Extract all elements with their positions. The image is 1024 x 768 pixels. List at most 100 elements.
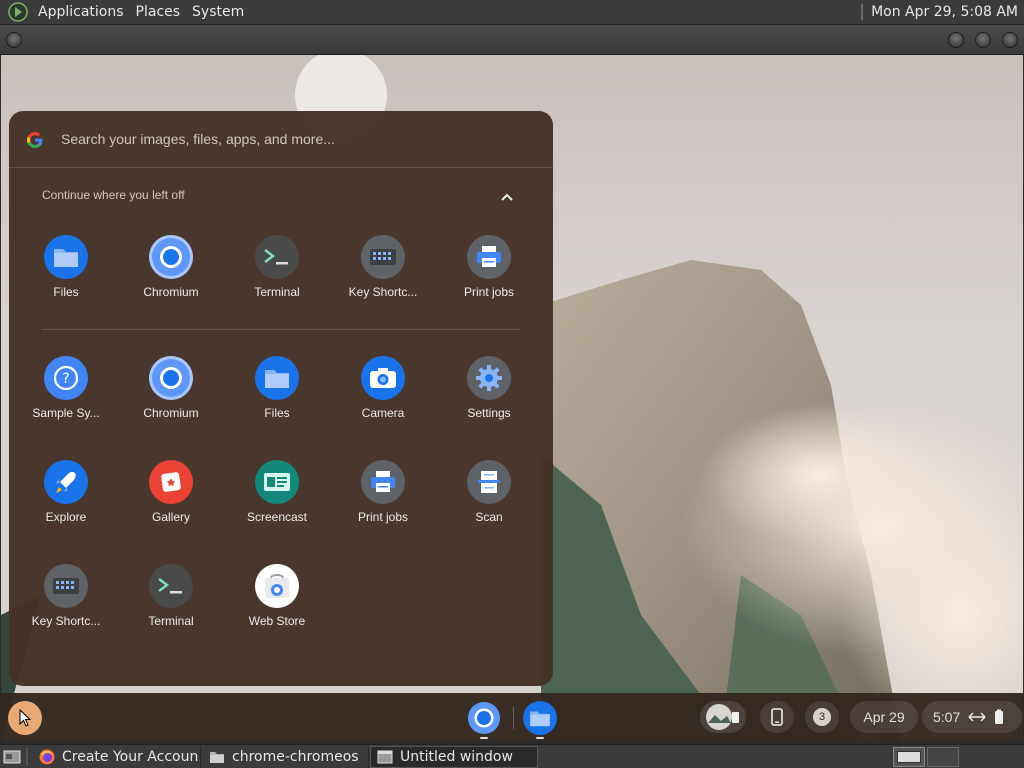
app-screencast[interactable]: Screencast: [229, 460, 325, 540]
app-web-store[interactable]: Web Store: [229, 564, 325, 644]
help-icon: ?: [44, 356, 88, 400]
folder-icon: [210, 752, 224, 763]
phone-icon: [771, 708, 783, 726]
camera-icon: [361, 356, 405, 400]
gallery-icon: [149, 460, 193, 504]
running-indicator: [480, 737, 488, 739]
shelf-chromium[interactable]: [467, 701, 501, 735]
network-icon: [968, 712, 986, 722]
task-folder[interactable]: chrome-chromeos: [203, 746, 369, 768]
recent-app-key-shortcuts[interactable]: Key Shortc...: [335, 235, 431, 315]
tray-time: 5:07: [933, 709, 961, 725]
panel-handle: [26, 748, 28, 766]
task-untitled-window[interactable]: Untitled window: [370, 746, 538, 768]
files-icon: [530, 711, 550, 727]
google-icon: [27, 132, 43, 148]
app-explore[interactable]: Explore: [18, 460, 114, 540]
panel-clock[interactable]: Mon Apr 29, 5:08 AM: [871, 4, 1024, 20]
launcher-button[interactable]: [8, 701, 42, 735]
mate-logo-icon[interactable]: [8, 2, 28, 22]
status-tray[interactable]: 5:07: [922, 701, 1022, 733]
bottom-panel: Create Your Accoun... chrome-chromeos Un…: [0, 744, 1024, 768]
app-label: Chromium: [143, 285, 199, 299]
shelf-separator: [513, 707, 514, 729]
rocket-icon: [44, 460, 88, 504]
app-label: Print jobs: [463, 285, 515, 299]
app-gallery[interactable]: Gallery: [123, 460, 219, 540]
chromium-icon: [149, 356, 193, 400]
app-print-jobs[interactable]: Print jobs: [335, 460, 431, 540]
app-key-shortcuts[interactable]: Key Shortc...: [18, 564, 114, 644]
svg-text:?: ?: [62, 371, 69, 387]
printer-icon: [467, 235, 511, 279]
launcher-search-row: [9, 111, 553, 168]
app-label: Files: [264, 406, 290, 420]
battery-icon: [995, 709, 1004, 724]
scanner-icon: [467, 460, 511, 504]
screencast-icon: [255, 460, 299, 504]
launcher-search-input[interactable]: [61, 127, 521, 151]
recent-app-chromium[interactable]: Chromium: [123, 235, 219, 315]
app-label: Scan: [475, 510, 503, 524]
task-label: Create Your Accoun...: [62, 749, 201, 765]
places-menu[interactable]: Places: [130, 0, 187, 25]
panel-separator: [861, 4, 864, 20]
applications-menu[interactable]: Applications: [32, 0, 130, 25]
system-menu[interactable]: System: [186, 0, 250, 25]
files-icon: [255, 356, 299, 400]
app-label: Chromium: [143, 406, 199, 420]
window-icon: [377, 750, 393, 764]
close-button[interactable]: [1002, 32, 1018, 48]
files-icon: [44, 235, 88, 279]
minimize-button[interactable]: [948, 32, 964, 48]
gear-icon: [467, 356, 511, 400]
cursor-icon: [19, 709, 32, 727]
app-label: Web Store: [248, 614, 306, 628]
chromeos-shelf: 3 Apr 29 5:07: [1, 693, 1023, 741]
keyboard-icon: [44, 564, 88, 608]
recent-app-print-jobs[interactable]: Print jobs: [441, 235, 537, 315]
shelf-files[interactable]: [523, 701, 557, 735]
chromium-icon: [468, 702, 500, 734]
app-camera[interactable]: Camera: [335, 356, 431, 436]
task-firefox[interactable]: Create Your Accoun...: [33, 746, 201, 768]
workspace-2[interactable]: [927, 747, 959, 767]
app-sample-system[interactable]: ? Sample Sy...: [18, 356, 114, 436]
app-label: Camera: [361, 406, 405, 420]
continue-section-label: Continue where you left off: [42, 188, 185, 202]
app-launcher: Continue where you left off Files Chromi…: [9, 111, 553, 686]
top-panel: Applications Places System Mon Apr 29, 5…: [0, 0, 1024, 25]
webstore-icon: [255, 564, 299, 608]
terminal-icon: [255, 235, 299, 279]
holding-space-button[interactable]: [700, 701, 746, 733]
app-settings[interactable]: Settings: [441, 356, 537, 436]
app-label: Files: [53, 285, 79, 299]
firefox-icon: [39, 749, 55, 765]
app-label: Screencast: [246, 510, 308, 524]
app-label: Settings: [467, 406, 511, 420]
window-menu-button[interactable]: [6, 32, 22, 48]
app-label: Key Shortc...: [348, 285, 418, 299]
section-divider: [42, 329, 520, 330]
task-label: chrome-chromeos: [232, 749, 359, 765]
chevron-up-icon[interactable]: [497, 187, 517, 207]
printer-icon: [361, 460, 405, 504]
notification-counter[interactable]: 3: [805, 701, 839, 733]
app-scan[interactable]: Scan: [441, 460, 537, 540]
chromium-icon: [149, 235, 193, 279]
recent-app-files[interactable]: Files: [18, 235, 114, 315]
app-files[interactable]: Files: [229, 356, 325, 436]
show-desktop-icon[interactable]: [3, 749, 21, 765]
notification-count: 3: [813, 708, 831, 726]
app-label: Terminal: [254, 285, 300, 299]
app-terminal[interactable]: Terminal: [123, 564, 219, 644]
app-chromium[interactable]: Chromium: [123, 356, 219, 436]
nested-window-titlebar[interactable]: [0, 25, 1024, 55]
maximize-button[interactable]: [975, 32, 991, 48]
terminal-icon: [149, 564, 193, 608]
workspace-switcher[interactable]: [893, 747, 925, 767]
phone-hub-button[interactable]: [760, 701, 794, 733]
recent-app-terminal[interactable]: Terminal: [229, 235, 325, 315]
app-label: Print jobs: [357, 510, 409, 524]
date-tray[interactable]: Apr 29: [850, 701, 918, 733]
